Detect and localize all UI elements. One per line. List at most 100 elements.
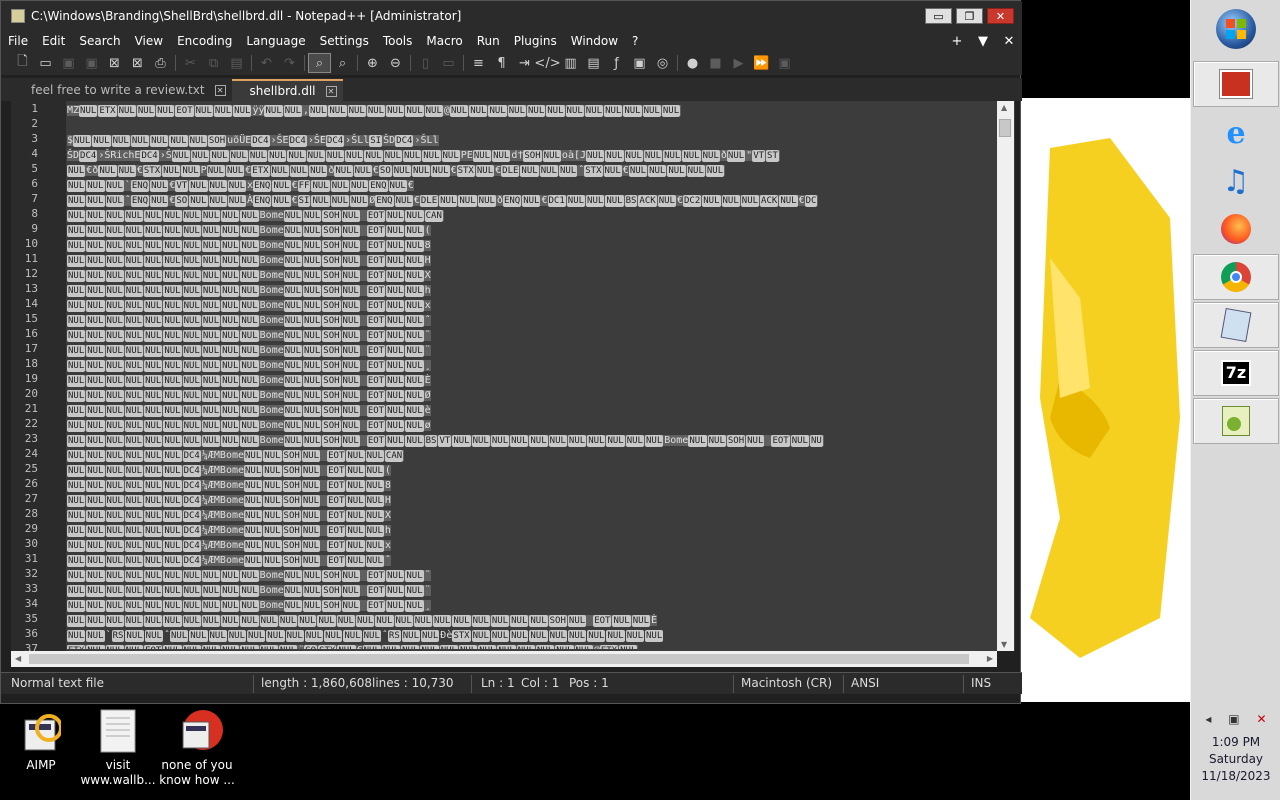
function-list-icon[interactable]: ƒ: [605, 53, 628, 73]
title-bar[interactable]: C:\Windows\Branding\ShellBrd\shellbrd.dl…: [1, 1, 1022, 31]
taskbar-7zip[interactable]: 7z: [1193, 350, 1279, 396]
clock-date[interactable]: 11/18/2023: [1191, 768, 1280, 785]
monitoring-icon[interactable]: ◎: [651, 53, 674, 73]
record-macro-icon[interactable]: ●: [681, 53, 704, 73]
close-file-icon[interactable]: ⊠: [103, 53, 126, 73]
menu-plugins[interactable]: Plugins: [507, 34, 564, 48]
menu-tools[interactable]: Tools: [376, 34, 420, 48]
scroll-right-icon[interactable]: ▶: [987, 654, 993, 663]
code-text[interactable]: MZ NUL ETX NUL NUL NUL EOT NUL NUL NUL ÿ…: [67, 103, 997, 649]
control-char: NUL: [263, 450, 282, 462]
status-encoding[interactable]: ANSI: [851, 676, 879, 690]
horizontal-scroll-thumb[interactable]: [29, 654, 969, 664]
menu-edit[interactable]: Edit: [35, 34, 72, 48]
menu-encoding[interactable]: Encoding: [170, 34, 239, 48]
undo-icon[interactable]: ↶: [255, 53, 278, 73]
menu-macro[interactable]: Macro: [419, 34, 469, 48]
run-macro-multiple-icon[interactable]: ⏩: [750, 53, 773, 73]
tab-close-icon[interactable]: ✕: [214, 84, 226, 96]
folder-workspace-icon[interactable]: ▣: [628, 53, 651, 73]
clock-time[interactable]: 1:09 PM: [1191, 734, 1280, 751]
control-char: NUL: [301, 495, 321, 507]
status-insert-mode[interactable]: INS: [971, 676, 991, 690]
taskbar-music[interactable]: ♫: [1193, 158, 1279, 204]
vertical-scroll-thumb[interactable]: [999, 119, 1011, 137]
desktop-icon-aimp[interactable]: AIMP: [0, 708, 82, 773]
save-icon[interactable]: ▣: [57, 53, 80, 73]
save-all-icon[interactable]: ▣: [80, 53, 103, 73]
show-hidden-icons-icon[interactable]: ◂: [1205, 712, 1211, 726]
paste-icon[interactable]: ▤: [225, 53, 248, 73]
taskbar-media-center[interactable]: [1193, 61, 1279, 107]
close-all-icon[interactable]: ⊠: [126, 53, 149, 73]
menu-run[interactable]: Run: [470, 34, 507, 48]
find-icon[interactable]: ⌕: [308, 53, 331, 73]
word-wrap-icon[interactable]: ≡: [467, 53, 490, 73]
horizontal-scrollbar[interactable]: ◀ ▶: [11, 651, 997, 667]
status-eol[interactable]: Macintosh (CR): [741, 676, 832, 690]
clock-day[interactable]: Saturday: [1191, 751, 1280, 768]
play-macro-icon[interactable]: ▶: [727, 53, 750, 73]
replace-icon[interactable]: ⌕: [331, 53, 354, 73]
close-document-button[interactable]: ✕: [996, 34, 1022, 49]
tab-list-button[interactable]: ▼: [970, 34, 996, 49]
save-macro-icon[interactable]: ▣: [773, 53, 796, 73]
document-list-icon[interactable]: ▤: [582, 53, 605, 73]
toolbar-separator: [410, 55, 411, 71]
minimize-button[interactable]: ▭: [925, 8, 952, 24]
control-char: NUL: [221, 300, 240, 312]
taskbar-notepad[interactable]: [1193, 302, 1279, 348]
control-char: NUL: [405, 300, 424, 312]
desktop-icon-label: none of you know how ...: [159, 758, 235, 787]
tab-shellbrd-dll[interactable]: shellbrd.dll ✕: [231, 79, 343, 101]
print-icon[interactable]: ⎙: [149, 53, 172, 73]
new-file-icon[interactable]: 🗋: [11, 53, 34, 73]
volume-muted-icon[interactable]: ✕: [1256, 712, 1266, 726]
editor-area[interactable]: 1 2 3 4 5 6 7 8 9 10 11 12 13 14 15 16 17 18 19 20 21 22 23 24 2…: [11, 101, 1015, 651]
control-char: NUL: [303, 255, 322, 267]
menu-view[interactable]: View: [128, 34, 170, 48]
open-file-icon[interactable]: ▭: [34, 53, 57, 73]
taskbar-internet-explorer[interactable]: e: [1193, 110, 1279, 156]
taskbar-chrome[interactable]: [1193, 254, 1279, 300]
desktop-icon-none-of-you[interactable]: none of you know how ...: [156, 708, 238, 788]
tab-feel-free-review[interactable]: feel free to write a review.txt ✕: [13, 79, 232, 101]
zoom-out-icon[interactable]: ⊖: [384, 53, 407, 73]
menu-window[interactable]: Window: [564, 34, 625, 48]
code-line-render: ŠDDC4 ›ŠRichEDC4 ›ŠNUL NUL NUL NUL NUL NUL NUL NU…: [67, 150, 780, 162]
xml-tag-icon[interactable]: </>: [534, 53, 560, 73]
control-char: NUL: [402, 150, 422, 162]
desktop-icon-visit-file[interactable]: visit www.wallb...: [77, 708, 159, 788]
network-icon[interactable]: ▣: [1228, 712, 1239, 726]
cut-icon[interactable]: ✂: [179, 53, 202, 73]
show-all-characters-icon[interactable]: ¶: [490, 53, 513, 73]
taskbar-firefox[interactable]: [1193, 206, 1279, 252]
scroll-left-icon[interactable]: ◀: [15, 654, 21, 663]
menu-language[interactable]: Language: [239, 34, 312, 48]
sync-vertical-icon[interactable]: ▯: [414, 53, 437, 73]
line-number: 23: [24, 432, 38, 445]
redo-icon[interactable]: ↷: [278, 53, 301, 73]
taskbar-notepadplusplus[interactable]: [1193, 398, 1279, 444]
close-button[interactable]: ✕: [987, 8, 1014, 24]
sync-horizontal-icon[interactable]: ▭: [437, 53, 460, 73]
stop-macro-icon[interactable]: ■: [704, 53, 727, 73]
control-char: SOH: [282, 540, 301, 552]
menu-help[interactable]: ?: [625, 34, 645, 48]
vertical-scrollbar[interactable]: ▲ ▼: [997, 101, 1014, 651]
zoom-in-icon[interactable]: ⊕: [361, 53, 384, 73]
menu-settings[interactable]: Settings: [313, 34, 376, 48]
scroll-down-icon[interactable]: ▼: [1001, 640, 1007, 649]
control-char: NUL: [266, 630, 285, 642]
indent-guide-icon[interactable]: ⇥: [513, 53, 536, 73]
menu-search[interactable]: Search: [72, 34, 127, 48]
copy-icon[interactable]: ⧉: [202, 53, 225, 73]
control-char: NUL: [181, 165, 200, 177]
scroll-up-icon[interactable]: ▲: [1001, 103, 1007, 112]
document-map-icon[interactable]: ▥: [559, 53, 582, 73]
new-tab-button[interactable]: +: [944, 34, 970, 49]
restore-button[interactable]: ❐: [956, 8, 983, 24]
start-button[interactable]: [1193, 6, 1279, 52]
menu-file[interactable]: File: [1, 34, 35, 48]
tab-close-icon[interactable]: ✕: [325, 85, 337, 97]
